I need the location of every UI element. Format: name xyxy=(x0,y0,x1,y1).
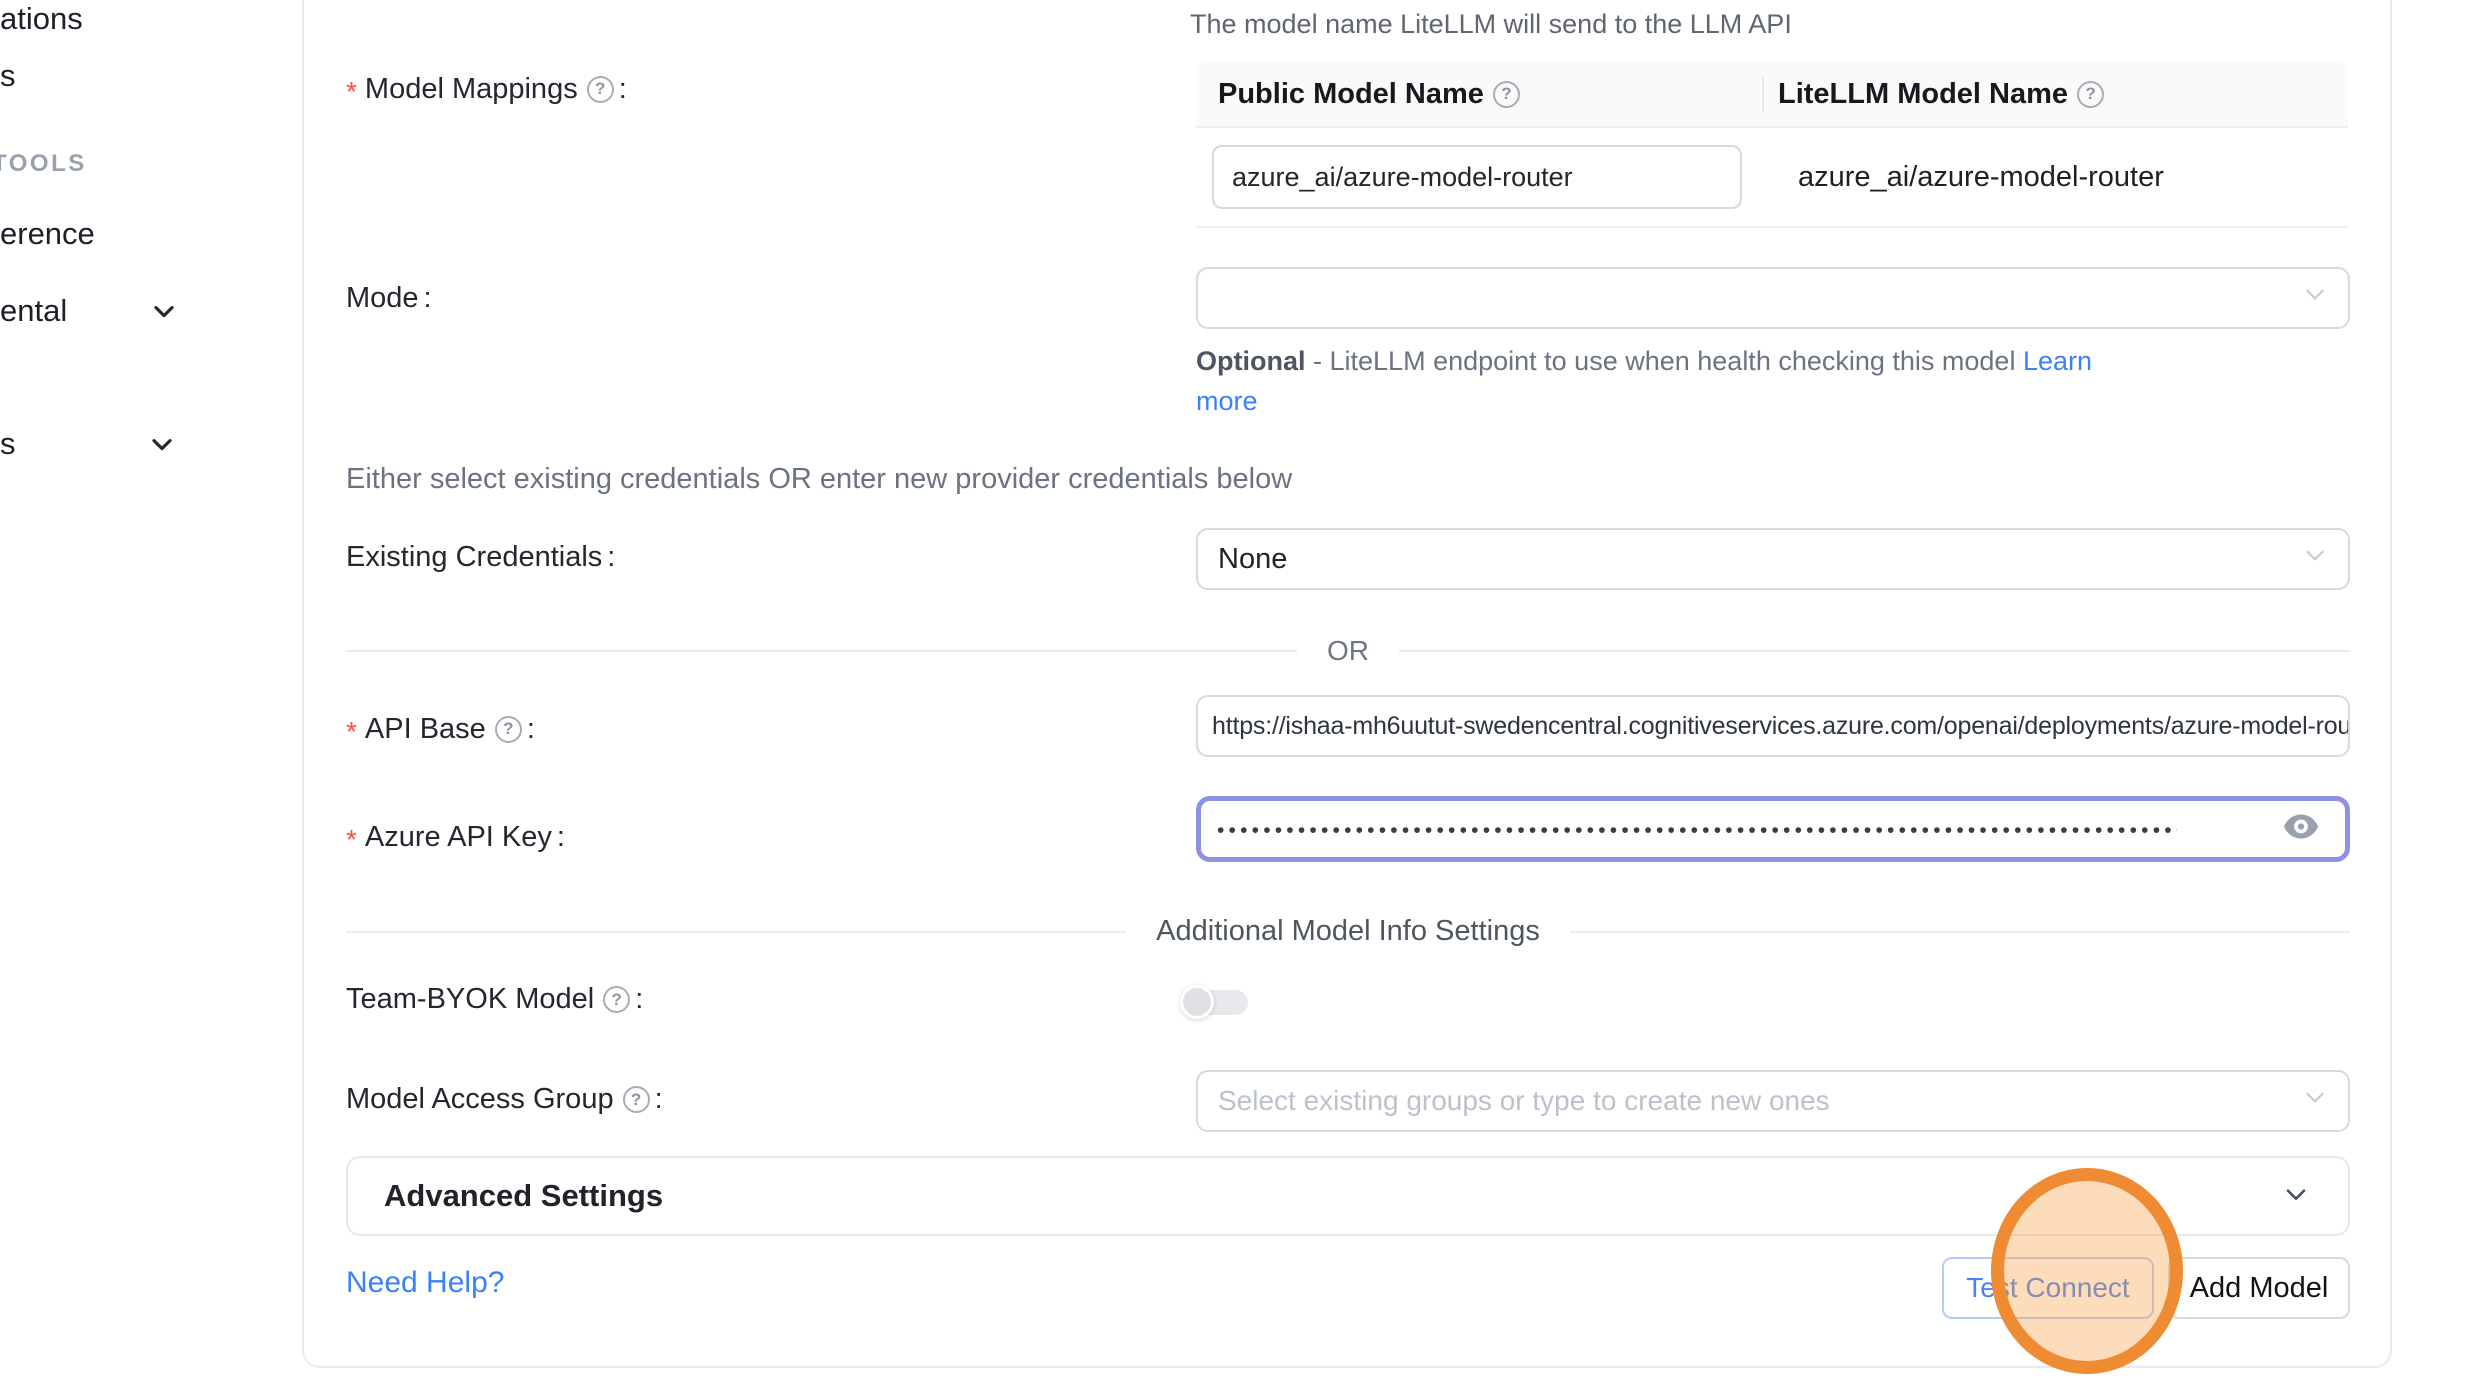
sidebar-item-experimental[interactable]: ental xyxy=(0,292,67,330)
sidebar-item-label: ental xyxy=(0,293,67,329)
toggle-knob xyxy=(1180,985,1214,1019)
help-circle-icon[interactable]: ? xyxy=(495,716,522,743)
label-text: Model Access Group xyxy=(346,1083,614,1116)
eye-icon[interactable] xyxy=(2283,814,2319,845)
api-base-label: * API Base ? : xyxy=(346,710,535,748)
help-circle-icon[interactable]: ? xyxy=(603,986,630,1013)
table-row: azure_ai/azure-model-router xyxy=(1196,128,2348,228)
team-byok-label: Team-BYOK Model ? : xyxy=(346,983,643,1016)
mode-select[interactable] xyxy=(1196,267,2350,329)
sidebar-item-api-reference[interactable]: erence xyxy=(0,215,95,253)
button-label: Test Connect xyxy=(1966,1272,2129,1304)
learn-more-link[interactable]: more xyxy=(1196,386,1258,416)
required-asterisk: * xyxy=(346,818,357,856)
sidebar-item-users[interactable]: s xyxy=(0,57,16,95)
chevron-down-icon xyxy=(2280,1178,2312,1215)
header-text: LiteLLM Model Name xyxy=(1778,78,2068,111)
divider-text: OR xyxy=(1327,635,1369,667)
table-header-row: Public Model Name ? LiteLLM Model Name ? xyxy=(1196,62,2348,128)
required-asterisk: * xyxy=(346,710,357,748)
select-placeholder: Select existing groups or type to create… xyxy=(1218,1085,1830,1117)
label-text: Mode xyxy=(346,282,419,315)
label-colon: : xyxy=(557,821,565,854)
sidebar: ations s TOOLS erence ental s xyxy=(0,0,302,1385)
sidebar-section-tools: TOOLS xyxy=(0,150,87,178)
label-text: Team-BYOK Model xyxy=(346,983,594,1016)
advanced-settings-title: Advanced Settings xyxy=(384,1178,663,1214)
select-value: None xyxy=(1218,543,1287,576)
model-name-helper-text: The model name LiteLLM will send to the … xyxy=(1190,9,1792,40)
existing-credentials-label: Existing Credentials : xyxy=(346,541,615,574)
label-colon: : xyxy=(635,983,643,1016)
sidebar-item-settings[interactable]: s xyxy=(0,425,16,463)
optional-text: - LiteLLM endpoint to use when health ch… xyxy=(1313,346,2015,376)
input-value: https://ishaa-mh6uutut-swedencentral.cog… xyxy=(1212,712,2350,741)
model-mappings-table: Public Model Name ? LiteLLM Model Name ?… xyxy=(1196,62,2348,228)
chevron-down-icon xyxy=(2300,540,2330,578)
chevron-down-icon xyxy=(2300,1082,2330,1120)
divider-line xyxy=(1570,931,2350,933)
label-text: Existing Credentials xyxy=(346,541,602,574)
additional-model-info-divider: Additional Model Info Settings xyxy=(346,915,2350,948)
label-text: Model Mappings xyxy=(365,73,578,106)
public-model-name-input[interactable] xyxy=(1212,145,1742,209)
sidebar-item-label: erence xyxy=(0,216,95,252)
divider-line xyxy=(346,931,1126,933)
or-divider: OR xyxy=(346,635,2350,667)
azure-api-key-input[interactable]: ••••••••••••••••••••••••••••••••••••••••… xyxy=(1196,796,2350,862)
sidebar-item-label: s xyxy=(0,58,16,94)
divider-text: Additional Model Info Settings xyxy=(1156,915,1540,948)
label-colon: : xyxy=(527,713,535,746)
label-colon: : xyxy=(607,541,615,574)
help-circle-icon[interactable]: ? xyxy=(587,76,614,103)
litellm-model-name-value: azure_ai/azure-model-router xyxy=(1762,161,2164,194)
help-circle-icon[interactable]: ? xyxy=(623,1086,650,1113)
credentials-note: Either select existing credentials OR en… xyxy=(346,463,1292,496)
label-colon: : xyxy=(655,1083,663,1116)
learn-more-link[interactable]: Learn xyxy=(2023,346,2092,376)
litellm-model-name-header: LiteLLM Model Name ? xyxy=(1762,62,2348,126)
optional-bold: Optional xyxy=(1196,346,1306,376)
test-connect-button[interactable]: Test Connect xyxy=(1942,1257,2154,1319)
mode-optional-note-line2: more xyxy=(1196,386,1258,417)
need-help-link[interactable]: Need Help? xyxy=(346,1266,504,1300)
required-asterisk: * xyxy=(346,70,357,108)
button-label: Add Model xyxy=(2190,1272,2329,1305)
label-colon: : xyxy=(424,282,432,315)
model-mappings-label: * Model Mappings ? : xyxy=(346,70,627,108)
label-text: Azure API Key xyxy=(365,821,552,854)
label-text: API Base xyxy=(365,713,486,746)
existing-credentials-select[interactable]: None xyxy=(1196,528,2350,590)
sidebar-item-organizations[interactable]: ations xyxy=(0,0,83,38)
note-text: Either select existing credentials OR en… xyxy=(346,463,1292,496)
add-model-button[interactable]: Add Model xyxy=(2168,1257,2350,1319)
team-byok-toggle[interactable] xyxy=(1182,985,1250,1019)
help-circle-icon[interactable]: ? xyxy=(2077,81,2104,108)
chevron-down-icon xyxy=(146,428,178,465)
azure-api-key-label: * Azure API Key : xyxy=(346,818,565,856)
divider-line xyxy=(346,650,1297,652)
sidebar-item-label: ations xyxy=(0,1,83,37)
model-access-group-label: Model Access Group ? : xyxy=(346,1083,663,1116)
mode-optional-note-line1: Optional - LiteLLM endpoint to use when … xyxy=(1196,346,2092,377)
public-model-name-header: Public Model Name ? xyxy=(1196,62,1762,126)
model-access-group-select[interactable]: Select existing groups or type to create… xyxy=(1196,1070,2350,1132)
chevron-down-icon xyxy=(2300,279,2330,317)
api-base-input[interactable]: https://ishaa-mh6uutut-swedencentral.cog… xyxy=(1196,695,2350,757)
header-text: Public Model Name xyxy=(1218,78,1484,111)
divider-line xyxy=(1399,650,2350,652)
mode-label: Mode : xyxy=(346,282,432,315)
sidebar-item-label: s xyxy=(0,426,16,462)
help-circle-icon[interactable]: ? xyxy=(1493,81,1520,108)
label-colon: : xyxy=(619,73,627,106)
masked-password-value: ••••••••••••••••••••••••••••••••••••••••… xyxy=(1217,815,2177,843)
chevron-down-icon xyxy=(148,295,180,332)
advanced-settings-collapse[interactable]: Advanced Settings xyxy=(346,1156,2350,1236)
